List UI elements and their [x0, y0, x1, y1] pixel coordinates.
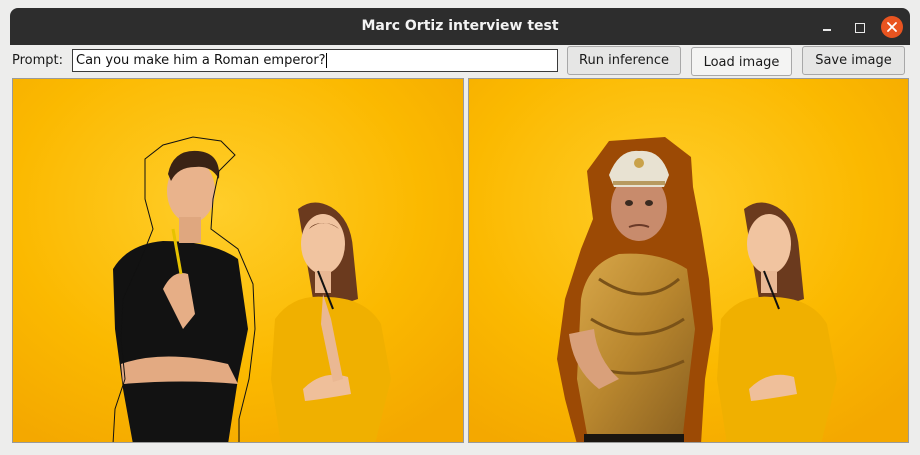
load-image-button[interactable]: Load image: [691, 47, 792, 76]
prompt-input-text: Can you make him a Roman emperor?: [76, 53, 326, 68]
app-window: Marc Ortiz interview test Prompt: Can yo…: [0, 0, 920, 455]
minimize-icon[interactable]: [816, 16, 838, 38]
save-image-button[interactable]: Save image: [802, 46, 905, 75]
window-title: Marc Ortiz interview test: [361, 18, 559, 34]
maximize-icon[interactable]: [848, 16, 870, 38]
output-image-canvas[interactable]: [468, 78, 909, 443]
input-image-canvas[interactable]: [12, 78, 464, 443]
text-caret: [325, 53, 327, 68]
title-bar[interactable]: Marc Ortiz interview test: [10, 8, 910, 45]
input-image: [13, 79, 463, 442]
run-inference-button[interactable]: Run inference: [567, 46, 681, 75]
prompt-label: Prompt:: [12, 53, 64, 68]
output-image: [469, 79, 908, 442]
close-icon[interactable]: [881, 16, 903, 38]
prompt-input[interactable]: Can you make him a Roman emperor?: [72, 49, 558, 72]
toolbar: Prompt: Can you make him a Roman emperor…: [10, 45, 910, 77]
